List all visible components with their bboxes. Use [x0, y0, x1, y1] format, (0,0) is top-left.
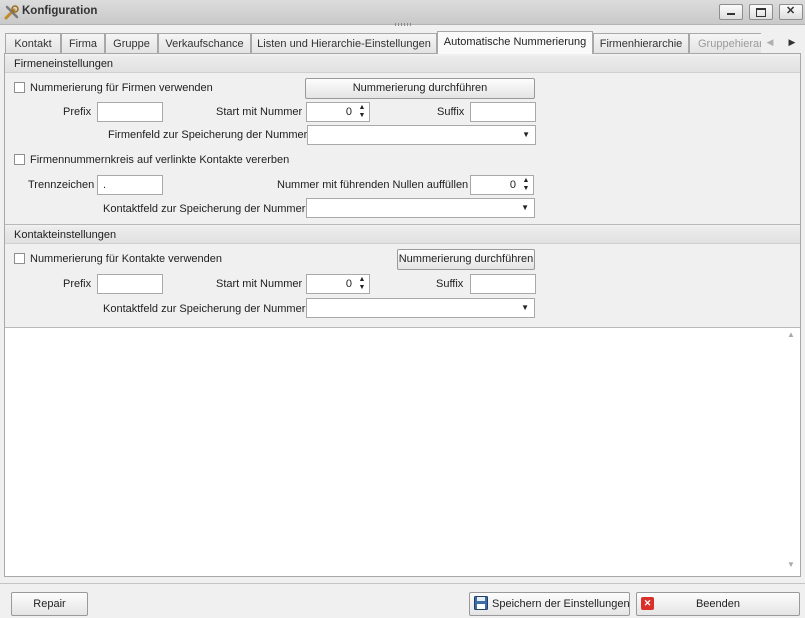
kontakte-suffix-input[interactable]: [470, 274, 536, 294]
firmen-group-header: Firmeneinstellungen: [5, 56, 800, 73]
footer-separator: [0, 583, 805, 584]
spin-up-icon[interactable]: ▲: [358, 104, 366, 112]
firmen-suffix-label: Suffix: [437, 106, 465, 118]
chevron-down-icon[interactable]: ▼: [521, 203, 529, 212]
firmen-start-value: 0: [345, 106, 352, 118]
firmen-suffix-input[interactable]: [470, 102, 536, 122]
save-settings-button[interactable]: Speichern der Einstellungen: [469, 592, 630, 616]
close-button[interactable]: ✕: [779, 4, 803, 20]
firmen-contact-field-label: Kontaktfeld zur Speicherung der Nummer: [103, 203, 306, 215]
quit-button[interactable]: ✕ Beenden: [636, 592, 800, 616]
firmen-field-label: Firmenfeld zur Speicherung der Nummer: [108, 129, 308, 141]
kontakte-prefix-label: Prefix: [63, 278, 92, 290]
firmen-leading-zeros-spinner[interactable]: 0 ▲ ▼: [470, 175, 534, 195]
kontakte-start-spinner[interactable]: 0 ▲ ▼: [306, 274, 370, 294]
minimize-button[interactable]: [719, 4, 743, 20]
save-settings-label: Speichern der Einstellungen: [492, 598, 630, 610]
spin-down-icon[interactable]: ▼: [358, 284, 366, 292]
firmen-separator-input[interactable]: .: [97, 175, 163, 195]
tab-firma[interactable]: Firma: [61, 33, 105, 53]
spin-up-icon[interactable]: ▲: [358, 276, 366, 284]
kontakte-group-header: Kontakteinstellungen: [5, 227, 800, 244]
tab-verkaufschance[interactable]: Verkaufschance: [158, 33, 251, 53]
kontakte-field-label: Kontaktfeld zur Speicherung der Nummer: [103, 303, 306, 315]
firmen-prefix-input[interactable]: [97, 102, 163, 122]
scroll-up-icon[interactable]: ▲: [784, 330, 798, 339]
tab-gruppe[interactable]: Gruppe: [105, 33, 158, 53]
minimize-icon: [727, 13, 735, 15]
firmen-contact-field-select[interactable]: ▼: [306, 198, 535, 218]
title-bar: [0, 0, 805, 25]
firmen-inherit-label: Firmennummernkreis auf verlinkte Kontakt…: [30, 154, 290, 166]
scroll-down-icon[interactable]: ▼: [784, 560, 798, 569]
maximize-button[interactable]: [749, 4, 773, 20]
firmen-inherit-checkbox[interactable]: [14, 154, 25, 165]
kontakte-field-select[interactable]: ▼: [306, 298, 535, 318]
firmen-run-numbering-button[interactable]: Nummerierung durchführen: [305, 78, 535, 99]
firmen-separator-label: Trennzeichen: [28, 179, 95, 191]
chevron-down-icon[interactable]: ▼: [521, 303, 529, 312]
firmen-leading-zeros-value: 0: [509, 179, 516, 191]
firmen-field-select[interactable]: ▼: [307, 125, 536, 145]
kontakte-use-numbering-label: Nummerierung für Kontakte verwenden: [30, 253, 222, 265]
kontakte-run-numbering-button[interactable]: Nummerierung durchführen: [397, 249, 535, 270]
chevron-down-icon[interactable]: ▼: [522, 130, 530, 139]
empty-content-area: [5, 327, 800, 576]
tab-gruppehierarchie[interactable]: Gruppehierar: [689, 33, 761, 53]
kontakte-prefix-input[interactable]: [97, 274, 163, 294]
red-close-icon: ✕: [641, 597, 654, 610]
spin-down-icon[interactable]: ▼: [358, 112, 366, 120]
tools-icon: [4, 4, 20, 20]
window-title: Konfiguration: [22, 5, 98, 17]
spin-down-icon[interactable]: ▼: [522, 185, 530, 193]
firmen-start-label: Start mit Nummer: [216, 106, 303, 118]
resize-grip[interactable]: [395, 23, 411, 26]
quit-label: Beenden: [695, 598, 741, 610]
maximize-icon: [756, 8, 766, 17]
tab-scroll-left-icon[interactable]: ◀: [763, 34, 777, 50]
firmen-leading-zeros-label: Nummer mit führenden Nullen auffüllen: [277, 179, 469, 191]
tab-kontakt[interactable]: Kontakt: [5, 33, 61, 53]
kontakte-suffix-label: Suffix: [436, 278, 464, 290]
tab-listen-hierarchie[interactable]: Listen und Hierarchie-Einstellungen: [251, 33, 437, 53]
firmen-start-spinner[interactable]: 0 ▲ ▼: [306, 102, 370, 122]
spin-up-icon[interactable]: ▲: [522, 177, 530, 185]
tab-firmenhierarchie[interactable]: Firmenhierarchie: [593, 33, 689, 53]
floppy-disk-icon: [474, 596, 488, 610]
firmen-prefix-label: Prefix: [63, 106, 92, 118]
kontakte-use-numbering-checkbox[interactable]: [14, 253, 25, 264]
group-separator: [5, 224, 800, 225]
firmen-use-numbering-checkbox[interactable]: [14, 82, 25, 93]
kontakte-start-value: 0: [345, 278, 352, 290]
close-icon: ✕: [786, 5, 796, 17]
tab-automatische-nummerierung[interactable]: Automatische Nummerierung: [437, 31, 593, 54]
kontakte-start-label: Start mit Nummer: [216, 278, 303, 290]
firmen-use-numbering-label: Nummerierung für Firmen verwenden: [30, 82, 213, 94]
repair-button[interactable]: Repair: [11, 592, 88, 616]
tab-scroll-right-icon[interactable]: ▶: [785, 34, 799, 50]
